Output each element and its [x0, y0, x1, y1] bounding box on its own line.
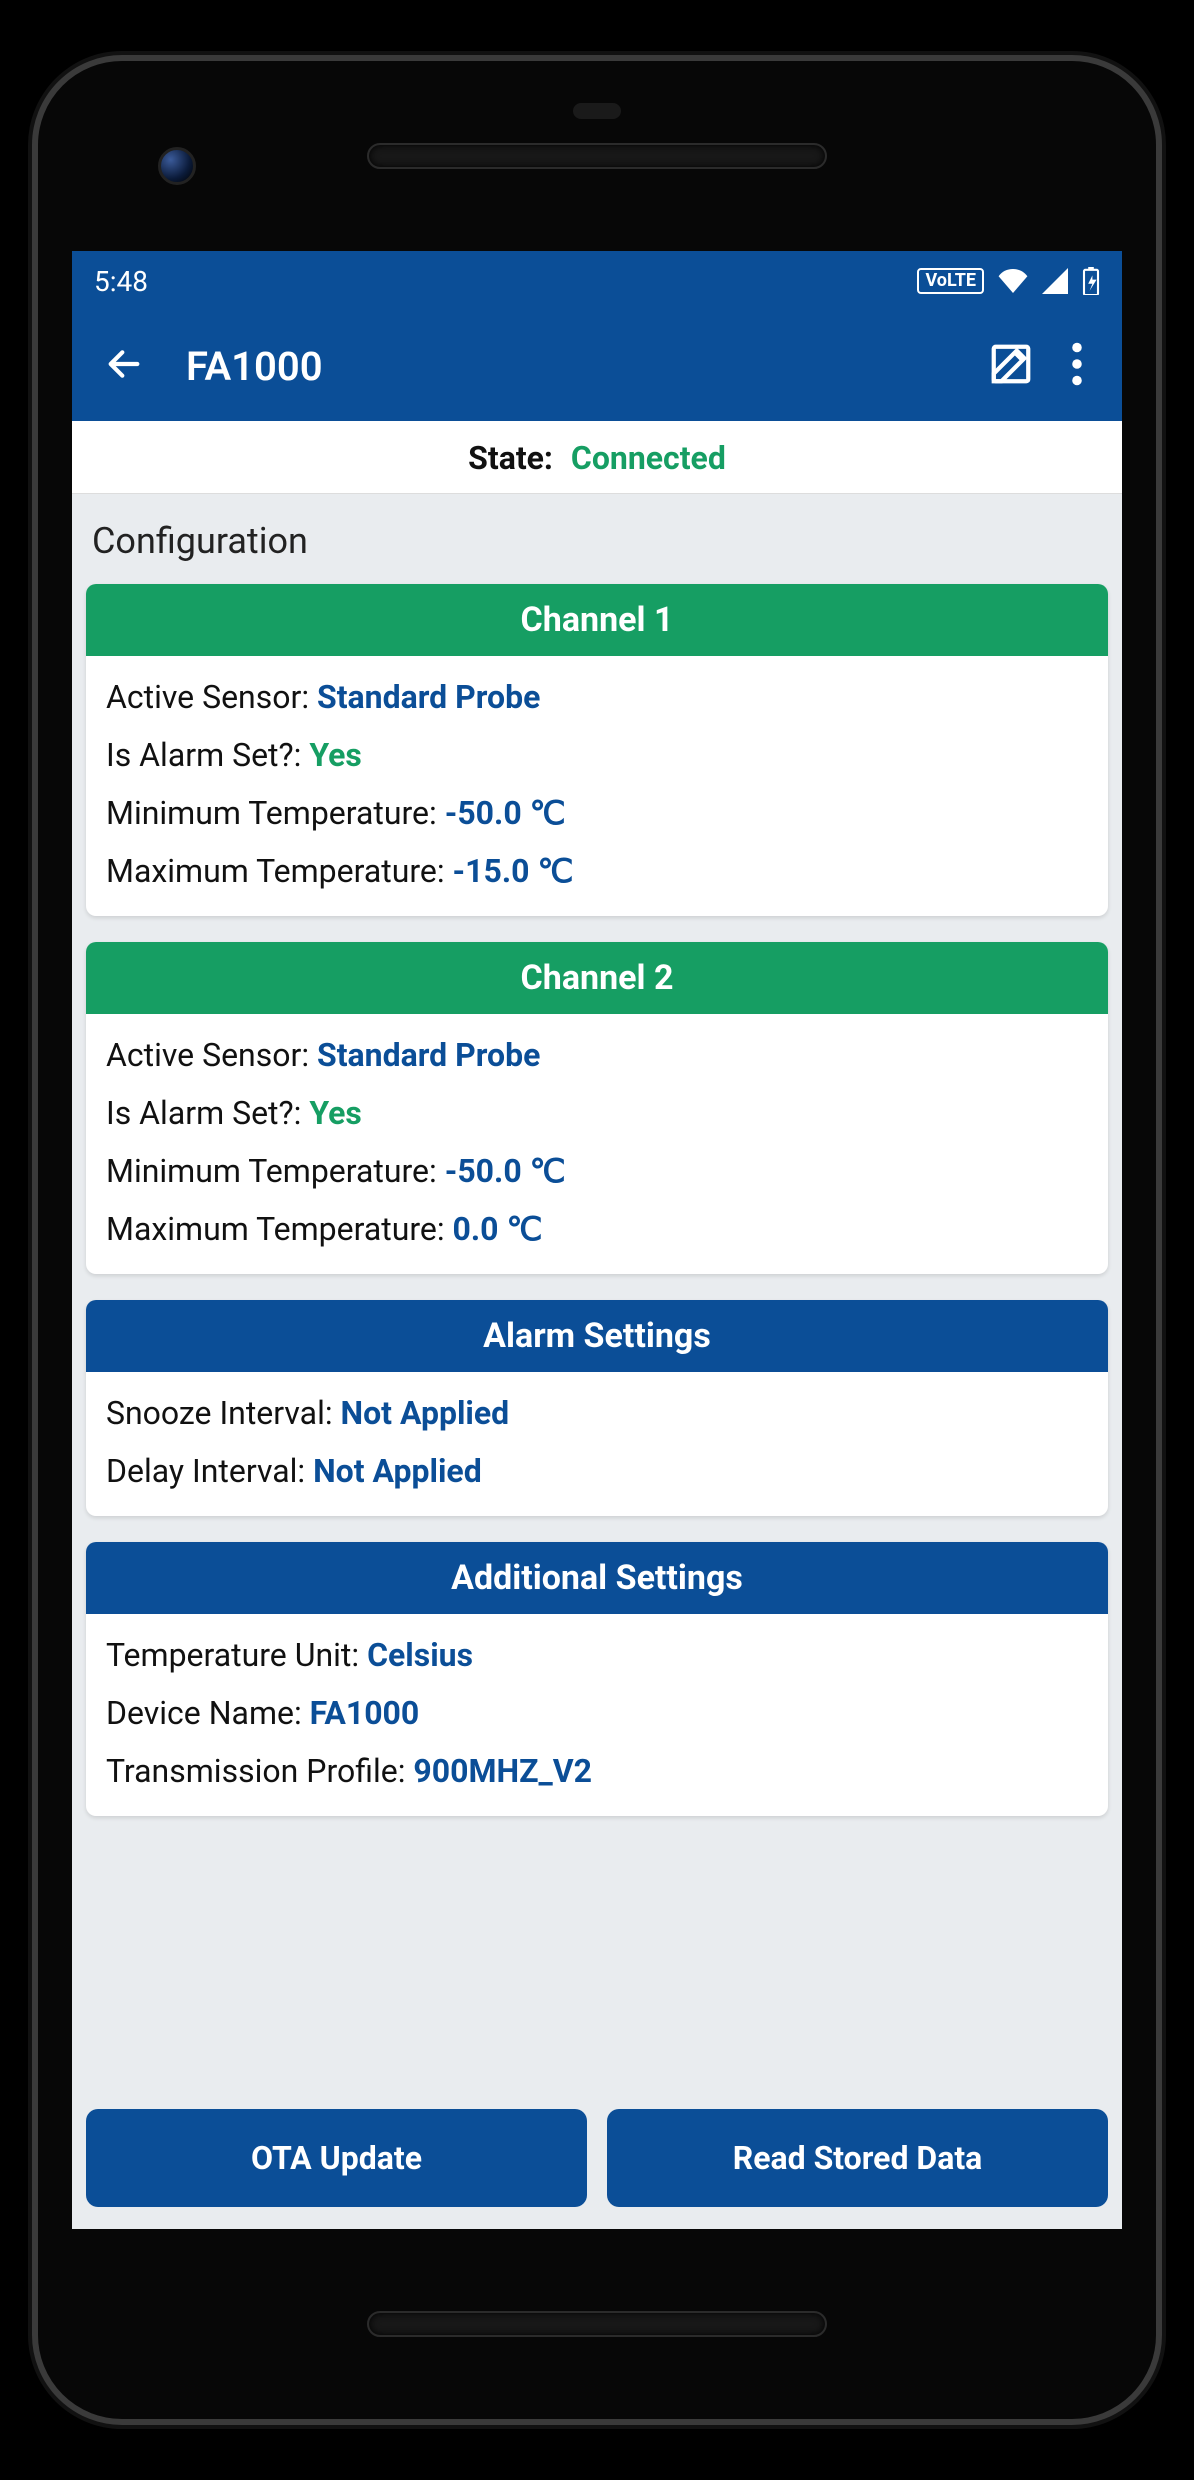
- transmission-profile: Transmission Profile: 900MHZ_V2: [106, 1742, 1088, 1800]
- additional-settings-header: Additional Settings: [86, 1542, 1108, 1614]
- ch2-alarm-set: Is Alarm Set?: Yes: [106, 1084, 1088, 1142]
- label: Maximum Temperature:: [106, 852, 453, 890]
- delay-interval: Delay Interval: Not Applied: [106, 1442, 1088, 1500]
- value: Standard Probe: [317, 1036, 540, 1074]
- speaker: [367, 2311, 827, 2337]
- config-content: Configuration Channel 1 Active Sensor: S…: [72, 494, 1122, 2229]
- alarm-settings-card: Alarm Settings Snooze Interval: Not Appl…: [86, 1300, 1108, 1516]
- value: -50.0 ℃: [445, 794, 566, 832]
- value: -15.0 ℃: [453, 852, 574, 890]
- value: Not Applied: [313, 1452, 482, 1490]
- label: Active Sensor:: [106, 1036, 317, 1074]
- channel1-card: Channel 1 Active Sensor: Standard Probe …: [86, 584, 1108, 916]
- value: 0.0 ℃: [453, 1210, 543, 1248]
- label: Maximum Temperature:: [106, 1210, 453, 1248]
- appbar-title: FA1000: [186, 343, 970, 390]
- volte-badge: VoLTE: [917, 268, 984, 294]
- label: Active Sensor:: [106, 678, 317, 716]
- label: Snooze Interval:: [106, 1394, 341, 1432]
- label: Delay Interval:: [106, 1452, 313, 1490]
- label: Is Alarm Set?:: [106, 736, 309, 774]
- label: Temperature Unit:: [106, 1636, 367, 1674]
- channel2-card: Channel 2 Active Sensor: Standard Probe …: [86, 942, 1108, 1274]
- ch2-max-temp: Maximum Temperature: 0.0 ℃: [106, 1200, 1088, 1258]
- battery-icon: [1082, 267, 1100, 295]
- screen: 5:48 VoLTE FA1000: [72, 251, 1122, 2229]
- edit-button[interactable]: [970, 329, 1052, 403]
- app-bar: FA1000: [72, 311, 1122, 421]
- ch2-min-temp: Minimum Temperature: -50.0 ℃: [106, 1142, 1088, 1200]
- wifi-icon: [998, 269, 1028, 293]
- label: Transmission Profile:: [106, 1752, 413, 1790]
- device-name-row: Device Name: FA1000: [106, 1684, 1088, 1742]
- label: Minimum Temperature:: [106, 1152, 445, 1190]
- overflow-menu-button[interactable]: [1052, 330, 1102, 402]
- label: Minimum Temperature:: [106, 794, 445, 832]
- bottom-action-bar: OTA Update Read Stored Data: [72, 2095, 1122, 2229]
- ch1-min-temp: Minimum Temperature: -50.0 ℃: [106, 784, 1088, 842]
- top-chin: [38, 61, 1156, 251]
- bottom-chin: [38, 2229, 1156, 2419]
- state-value: Connected: [571, 439, 726, 477]
- state-label: State:: [468, 439, 553, 477]
- ch2-active-sensor: Active Sensor: Standard Probe: [106, 1026, 1088, 1084]
- value: Not Applied: [341, 1394, 510, 1432]
- front-camera: [158, 147, 196, 185]
- temp-unit: Temperature Unit: Celsius: [106, 1626, 1088, 1684]
- channel2-header: Channel 2: [86, 942, 1108, 1014]
- value: -50.0 ℃: [445, 1152, 566, 1190]
- additional-settings-card: Additional Settings Temperature Unit: Ce…: [86, 1542, 1108, 1816]
- earpiece: [367, 143, 827, 169]
- phone-frame: 5:48 VoLTE FA1000: [0, 0, 1194, 2480]
- value: Yes: [309, 736, 362, 774]
- channel1-header: Channel 1: [86, 584, 1108, 656]
- alarm-settings-header: Alarm Settings: [86, 1300, 1108, 1372]
- read-stored-data-button[interactable]: Read Stored Data: [607, 2109, 1108, 2207]
- back-button[interactable]: [92, 332, 156, 400]
- configuration-heading: Configuration: [72, 494, 1122, 584]
- value: Standard Probe: [317, 678, 540, 716]
- clock: 5:48: [94, 265, 148, 298]
- phone-bezel: 5:48 VoLTE FA1000: [32, 55, 1162, 2425]
- ch1-active-sensor: Active Sensor: Standard Probe: [106, 668, 1088, 726]
- label: Is Alarm Set?:: [106, 1094, 309, 1132]
- snooze-interval: Snooze Interval: Not Applied: [106, 1384, 1088, 1442]
- connection-state: State: Connected: [72, 421, 1122, 494]
- status-bar: 5:48 VoLTE: [72, 251, 1122, 311]
- label: Device Name:: [106, 1694, 310, 1732]
- value: 900MHZ_V2: [413, 1752, 592, 1790]
- value: Celsius: [367, 1636, 473, 1674]
- ota-update-button[interactable]: OTA Update: [86, 2109, 587, 2207]
- ch1-alarm-set: Is Alarm Set?: Yes: [106, 726, 1088, 784]
- value: Yes: [309, 1094, 362, 1132]
- status-icons: VoLTE: [917, 267, 1100, 295]
- value: FA1000: [310, 1694, 420, 1732]
- signal-icon: [1042, 268, 1068, 294]
- ch1-max-temp: Maximum Temperature: -15.0 ℃: [106, 842, 1088, 900]
